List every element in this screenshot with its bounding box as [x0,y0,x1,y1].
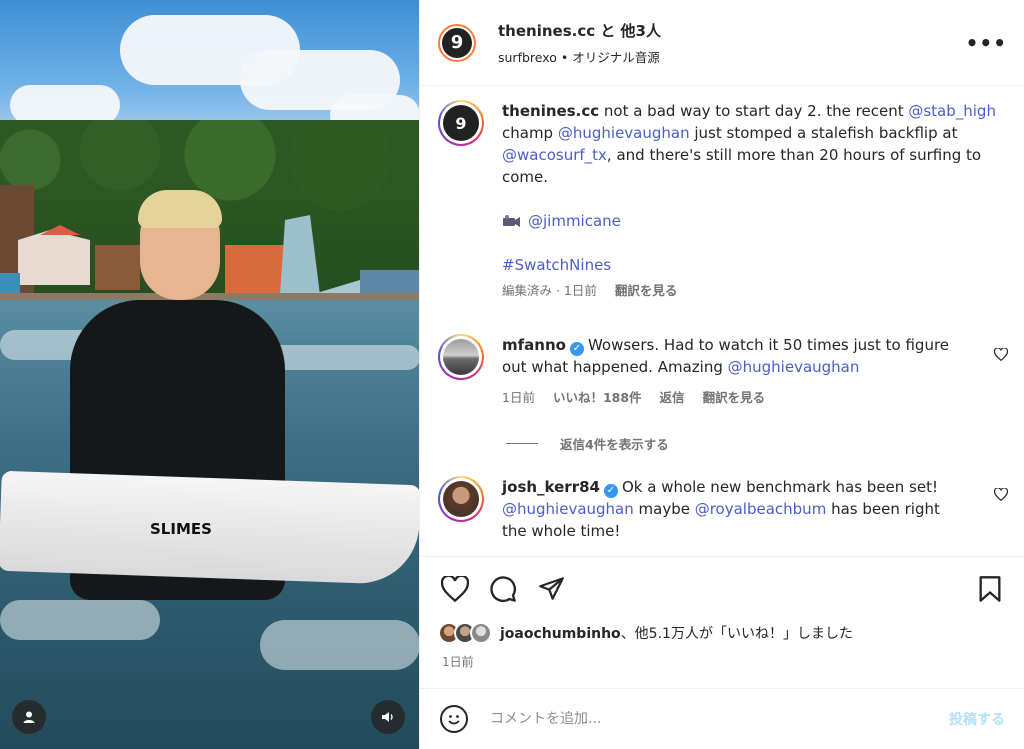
view-replies-button[interactable]: 返信4件を表示する [506,434,669,453]
commenter-avatar[interactable] [438,334,484,380]
post-date: 1日前 [442,655,474,669]
comment-meta: 1日前 いいね！188件 返信 翻訳を見る [502,387,968,409]
smiley-icon[interactable] [440,705,468,733]
share-button[interactable] [534,572,568,606]
comment-username[interactable]: mfanno [502,336,566,354]
likes-summary[interactable]: joaochumbinho、他5.1万人が「いいね！」しました [438,622,853,644]
like-button[interactable] [438,572,472,606]
post-media[interactable]: SLIMES [0,0,419,749]
credit-line: @jimmicane [502,210,1008,232]
wave-foam [0,600,160,640]
video-camera-icon [503,215,520,227]
mention-link[interactable]: @royalbeachbum [695,500,827,518]
hashtag-line: #SwatchNines [502,254,1008,276]
comment-likes-count[interactable]: いいね！188件 [553,387,642,409]
credit-mention[interactable]: @jimmicane [528,212,621,230]
speaker-icon [382,712,393,722]
wave-foam [260,620,419,670]
comment-reply-button[interactable]: 返信 [660,387,685,409]
comment-content: mfanno ✓ Wowsers. Had to watch it 50 times… [502,334,1008,409]
mention-link[interactable]: @hughievaughan [558,124,690,142]
caption-text-part: not a bad way to start day 2. the recent [603,102,909,120]
verified-badge-icon: ✓ [569,342,584,356]
heart-icon[interactable] [994,488,1008,501]
commenter-photo [443,339,479,375]
author-avatar[interactable]: 9 [438,23,476,62]
view-replies-label: 返信4件を表示する [560,437,669,452]
ellipsis-icon[interactable]: ••• [966,31,1007,55]
hashtag-link[interactable]: #SwatchNines [502,256,611,274]
comment-body: Wowsers. Had to watch it 50 times just t… [502,336,950,376]
caption-text-part: just stomped a stalefish backflip at [689,124,958,142]
caption-avatar-letter: 9 [443,105,479,141]
cloud [10,85,120,125]
comment-bubble-icon [490,575,516,602]
comment-input[interactable] [490,711,949,727]
bookmark-icon [979,575,1001,602]
caption-username[interactable]: thenines.cc [502,102,599,120]
tagged-users-button[interactable] [12,700,46,734]
post-details-panel: 9 thenines.cc と 他3人 surfbrexo • オリジナル音源 … [419,0,1024,749]
mention-link[interactable]: @wacosurf_tx [502,146,607,164]
comment-username[interactable]: josh_kerr84 [502,478,600,496]
liker-username[interactable]: joaochumbinho [500,626,621,642]
comment-button[interactable] [486,572,520,606]
header-subtitle[interactable]: surfbrexo • オリジナル音源 [498,47,966,66]
commenter-avatar[interactable] [438,476,484,522]
comment-text: josh_kerr84 ✓ Ok a whole new benchmark has… [502,476,968,542]
comment-time: 1日前 [502,390,535,405]
save-button[interactable] [973,572,1007,606]
author-avatar-letter: 9 [442,27,472,58]
caption-text: thenines.cc not a bad way to start day 2… [502,100,1008,188]
mention-link[interactable]: @hughievaughan [502,500,634,518]
surfer-hair [138,190,222,228]
commenter-photo [443,481,479,517]
caption-avatar[interactable]: 9 [438,100,484,146]
caption-text-part: champ [502,124,558,142]
mention-link[interactable]: @hughievaughan [728,358,860,376]
comment-item: mfanno ✓ Wowsers. Had to watch it 50 times… [438,334,1008,409]
comments-scroll-area[interactable]: 9 thenines.cc not a bad way to start day… [420,86,1024,556]
heart-icon [441,575,469,602]
comment-translate-link[interactable]: 翻訳を見る [703,387,766,409]
caption-edited-time: 編集済み · 1日前 [502,283,597,298]
heart-icon[interactable] [994,348,1008,361]
replies-divider [506,443,538,444]
header-title[interactable]: thenines.cc と 他3人 [498,20,966,41]
action-bar [420,556,1024,620]
caption-content: thenines.cc not a bad way to start day 2… [502,100,1008,302]
sound-toggle-button[interactable] [371,700,405,734]
comment-body: maybe [633,500,695,518]
header-text: thenines.cc と 他3人 surfbrexo • オリジナル音源 [498,20,966,66]
post-header: 9 thenines.cc と 他3人 surfbrexo • オリジナル音源 … [420,0,1024,86]
comment-text: mfanno ✓ Wowsers. Had to watch it 50 times… [502,334,968,378]
comment-content: josh_kerr84 ✓ Ok a whole new benchmark has… [502,476,1008,542]
post-comment-button[interactable]: 投稿する [949,709,1005,729]
caption-translate-link[interactable]: 翻訳を見る [615,280,678,302]
comment-composer: 投稿する [420,688,1024,749]
person-icon [23,711,35,723]
comment-item: josh_kerr84 ✓ Ok a whole new benchmark has… [438,476,1008,542]
liker-avatar [470,622,492,644]
likes-rest: 、他5.1万人が「いいね！」しました [620,626,853,642]
mention-link[interactable]: @stab_high [908,102,996,120]
verified-badge-icon: ✓ [603,484,618,498]
caption: 9 thenines.cc not a bad way to start day… [438,100,1008,302]
comment-body: Ok a whole new benchmark has been set! [621,478,938,496]
post-viewer: SLIMES 9 thenines.cc と 他3人 surfbrexo • オ… [0,0,1024,749]
caption-meta: 編集済み · 1日前 翻訳を見る [502,280,1008,302]
paper-plane-icon [538,577,564,600]
likes-text: joaochumbinho、他5.1万人が「いいね！」しました [500,623,853,643]
board-brand: SLIMES [150,520,212,538]
